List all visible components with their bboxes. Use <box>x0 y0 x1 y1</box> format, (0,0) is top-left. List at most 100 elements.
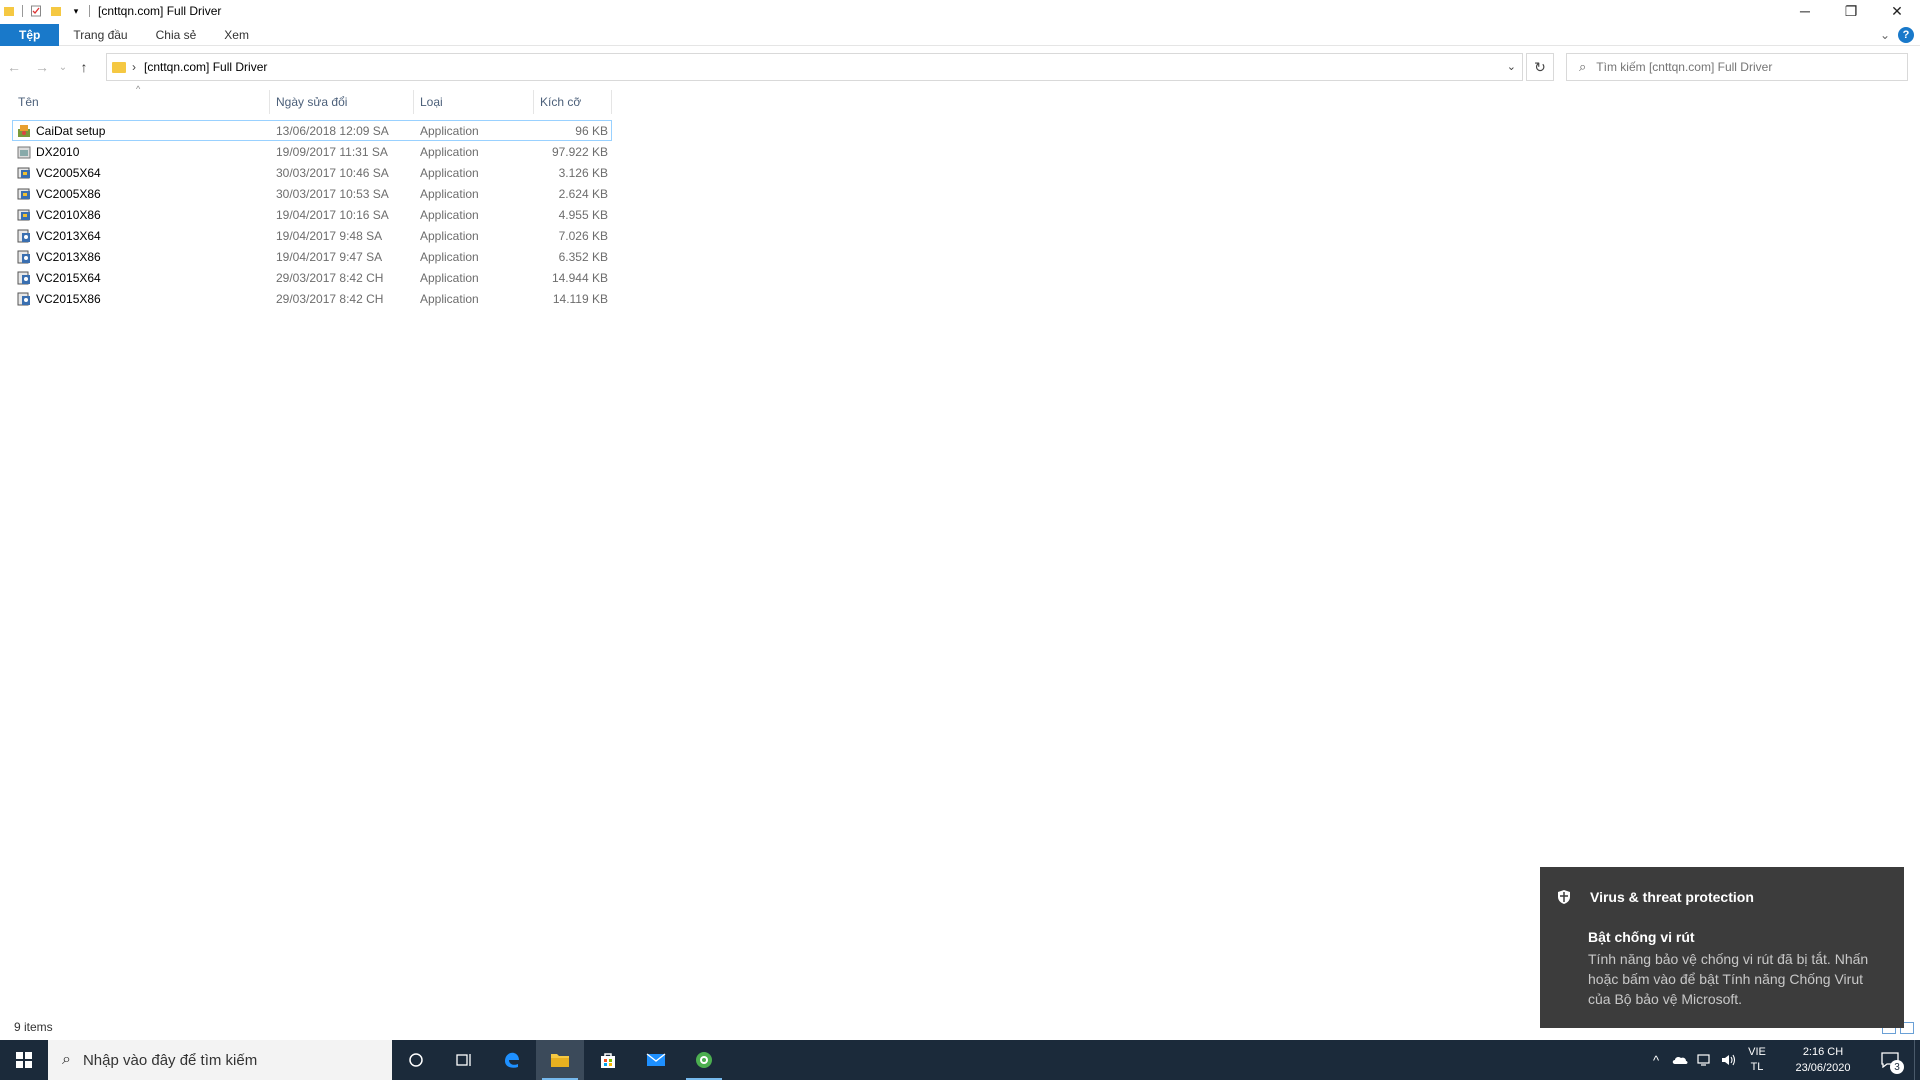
separator <box>22 5 23 17</box>
file-name: VC2013X86 <box>36 249 101 264</box>
folder-icon <box>112 61 126 73</box>
help-icon[interactable]: ? <box>1898 27 1914 43</box>
tab-share[interactable]: Chia sẻ <box>142 24 211 46</box>
back-button[interactable]: ← <box>0 53 28 81</box>
installer-icon <box>16 249 32 265</box>
file-date: 19/04/2017 9:48 SA <box>276 228 383 243</box>
file-row[interactable]: DX2010 19/09/2017 11:31 SA Application 9… <box>12 141 612 162</box>
edge-button[interactable] <box>488 1040 536 1080</box>
toast-app-name: Virus & threat protection <box>1590 889 1754 905</box>
installer-icon <box>16 270 32 286</box>
coc-coc-browser-icon <box>696 1052 712 1068</box>
security-toast-notification[interactable]: Virus & threat protection Bật chống vi r… <box>1540 867 1904 1028</box>
file-type: Application <box>420 123 479 138</box>
file-explorer-button[interactable] <box>536 1040 584 1080</box>
minimize-button[interactable]: ─ <box>1782 0 1828 22</box>
cortana-icon <box>409 1053 423 1067</box>
clock[interactable]: 2:16 CH 23/06/2020 <box>1780 1044 1866 1076</box>
up-button[interactable]: ↑ <box>70 53 98 81</box>
cortana-button[interactable] <box>392 1040 440 1080</box>
address-bar[interactable]: › [cnttqn.com] Full Driver ⌄ <box>106 53 1523 81</box>
show-hidden-icons-button[interactable]: ^ <box>1644 1040 1668 1080</box>
forward-button[interactable]: → <box>28 53 56 81</box>
column-header-size[interactable]: Kích cỡ <box>534 90 612 114</box>
quick-access-toolbar: ▾ <box>0 0 96 22</box>
file-date: 29/03/2017 8:42 CH <box>276 270 384 285</box>
column-header-label: Ngày sửa đổi <box>276 95 348 109</box>
toast-title: Bật chống vi rút <box>1588 929 1695 945</box>
tab-home[interactable]: Trang đầu <box>59 24 141 46</box>
file-type: Application <box>420 228 479 243</box>
store-button[interactable] <box>584 1040 632 1080</box>
show-desktop-button[interactable] <box>1914 1040 1920 1080</box>
volume-icon[interactable] <box>1716 1040 1740 1080</box>
folder-icon <box>2 4 16 18</box>
search-box[interactable]: ⌕ <box>1566 53 1908 81</box>
file-type: Application <box>420 207 479 222</box>
restore-button[interactable]: ❐ <box>1828 0 1874 22</box>
properties-icon[interactable] <box>29 4 43 18</box>
column-headers: ^ Tên Ngày sửa đổi Loại Kích cỡ <box>12 84 612 114</box>
folder-icon <box>551 1054 569 1067</box>
taskbar-search[interactable]: ⌕ Nhập vào đây để tìm kiếm <box>48 1040 392 1080</box>
file-type: Application <box>420 186 479 201</box>
file-size: 14.944 KB <box>551 270 608 285</box>
installer-icon <box>16 207 32 223</box>
onedrive-icon[interactable] <box>1668 1040 1692 1080</box>
search-input[interactable] <box>1596 60 1877 74</box>
file-list: CaiDat setup 13/06/2018 12:09 SA Applica… <box>12 120 612 309</box>
toast-header: Virus & threat protection <box>1556 889 1754 905</box>
edge-icon <box>505 1052 519 1068</box>
ribbon-tabs: Tệp Trang đầu Chia sẻ Xem ⌄ ? <box>0 23 1920 46</box>
file-name: VC2013X64 <box>36 228 101 243</box>
file-size: 14.119 KB <box>552 291 608 306</box>
file-row[interactable]: VC2015X64 29/03/2017 8:42 CH Application… <box>12 267 612 288</box>
input-language-indicator[interactable]: VIE TL <box>1740 1045 1774 1075</box>
file-row[interactable]: VC2013X86 19/04/2017 9:47 SA Application… <box>12 246 612 267</box>
task-view-button[interactable] <box>440 1040 488 1080</box>
recent-locations-button[interactable]: ⌄ <box>56 53 70 81</box>
file-size: 97.922 KB <box>551 144 608 159</box>
file-row[interactable]: VC2005X64 30/03/2017 10:46 SA Applicatio… <box>12 162 612 183</box>
file-size: 2.624 KB <box>558 186 608 201</box>
expand-ribbon-icon[interactable]: ⌄ <box>1880 28 1890 42</box>
column-header-date[interactable]: Ngày sửa đổi <box>270 90 414 114</box>
network-icon[interactable] <box>1692 1040 1716 1080</box>
tab-view[interactable]: Xem <box>210 24 263 46</box>
language-code: VIE <box>1748 1046 1766 1058</box>
start-button[interactable] <box>0 1040 48 1080</box>
mail-button[interactable] <box>632 1040 680 1080</box>
file-type: Application <box>420 144 479 159</box>
file-size: 4.955 KB <box>558 207 608 222</box>
file-date: 13/06/2018 12:09 SA <box>276 123 389 138</box>
notification-count-badge: 3 <box>1890 1060 1904 1074</box>
file-type: Application <box>420 291 479 306</box>
close-button[interactable]: ✕ <box>1874 0 1920 22</box>
breadcrumb-current[interactable]: [cnttqn.com] Full Driver <box>144 60 267 74</box>
file-row[interactable]: CaiDat setup 13/06/2018 12:09 SA Applica… <box>12 120 612 141</box>
file-row[interactable]: VC2010X86 19/04/2017 10:16 SA Applicatio… <box>12 204 612 225</box>
installer-icon <box>16 291 32 307</box>
customize-toolbar-icon[interactable]: ▾ <box>69 4 83 18</box>
file-name: VC2015X86 <box>36 291 101 306</box>
app-button[interactable] <box>680 1040 728 1080</box>
address-dropdown-icon[interactable]: ⌄ <box>1507 60 1516 73</box>
new-folder-icon[interactable] <box>49 4 63 18</box>
file-row[interactable]: VC2013X64 19/04/2017 9:48 SA Application… <box>12 225 612 246</box>
taskbar-search-placeholder: Nhập vào đây để tìm kiếm <box>82 1051 258 1069</box>
search-icon: ⌕ <box>62 1051 71 1068</box>
refresh-button[interactable]: ↻ <box>1526 53 1554 81</box>
breadcrumb-separator[interactable]: › <box>132 60 136 74</box>
file-row[interactable]: VC2015X86 29/03/2017 8:42 CH Application… <box>12 288 612 309</box>
file-date: 19/09/2017 11:31 SA <box>276 144 388 159</box>
file-type: Application <box>420 249 479 264</box>
column-header-type[interactable]: Loại <box>414 90 534 114</box>
file-type: Application <box>420 165 479 180</box>
task-view-icon <box>456 1054 471 1066</box>
file-row[interactable]: VC2005X86 30/03/2017 10:53 SA Applicatio… <box>12 183 612 204</box>
action-center-button[interactable]: 3 <box>1866 1040 1914 1080</box>
file-size: 96 KB <box>575 123 608 138</box>
tab-file[interactable]: Tệp <box>0 23 60 46</box>
column-header-label: Kích cỡ <box>540 95 582 109</box>
column-header-name[interactable]: ^ Tên <box>12 84 270 114</box>
